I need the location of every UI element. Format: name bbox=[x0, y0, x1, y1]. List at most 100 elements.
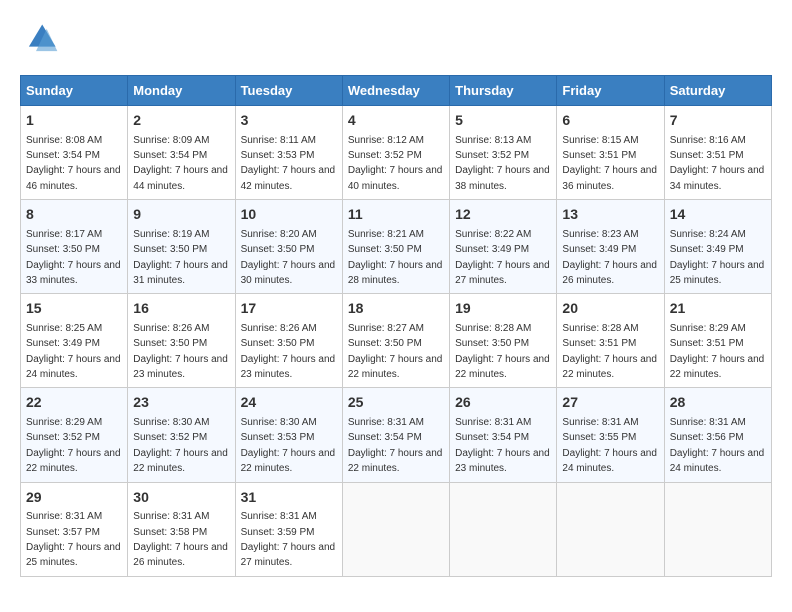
calendar-week-1: 1 Sunrise: 8:08 AMSunset: 3:54 PMDaylight… bbox=[21, 106, 772, 200]
day-number: 22 bbox=[26, 393, 122, 413]
day-number: 12 bbox=[455, 205, 551, 225]
day-number: 28 bbox=[670, 393, 766, 413]
header-cell-sunday: Sunday bbox=[21, 76, 128, 106]
empty-cell bbox=[557, 482, 664, 576]
calendar-day-27: 27 Sunrise: 8:31 AMSunset: 3:55 PMDayligh… bbox=[557, 388, 664, 482]
calendar-day-1: 1 Sunrise: 8:08 AMSunset: 3:54 PMDaylight… bbox=[21, 106, 128, 200]
day-info: Sunrise: 8:31 AMSunset: 3:55 PMDaylight:… bbox=[562, 417, 657, 474]
calendar-day-12: 12 Sunrise: 8:22 AMSunset: 3:49 PMDayligh… bbox=[450, 200, 557, 294]
calendar-day-3: 3 Sunrise: 8:11 AMSunset: 3:53 PMDaylight… bbox=[235, 106, 342, 200]
calendar-day-7: 7 Sunrise: 8:16 AMSunset: 3:51 PMDaylight… bbox=[664, 106, 771, 200]
day-info: Sunrise: 8:12 AMSunset: 3:52 PMDaylight:… bbox=[348, 135, 443, 192]
day-info: Sunrise: 8:26 AMSunset: 3:50 PMDaylight:… bbox=[133, 323, 228, 380]
calendar-day-11: 11 Sunrise: 8:21 AMSunset: 3:50 PMDayligh… bbox=[342, 200, 449, 294]
calendar-week-4: 22 Sunrise: 8:29 AMSunset: 3:52 PMDayligh… bbox=[21, 388, 772, 482]
calendar-day-26: 26 Sunrise: 8:31 AMSunset: 3:54 PMDayligh… bbox=[450, 388, 557, 482]
calendar-day-29: 29 Sunrise: 8:31 AMSunset: 3:57 PMDayligh… bbox=[21, 482, 128, 576]
calendar-day-14: 14Sunrise: 8:24 AMSunset: 3:49 PMDayligh… bbox=[664, 200, 771, 294]
calendar-day-25: 25Sunrise: 8:31 AMSunset: 3:54 PMDayligh… bbox=[342, 388, 449, 482]
calendar-body: 1 Sunrise: 8:08 AMSunset: 3:54 PMDaylight… bbox=[21, 106, 772, 577]
day-info: Sunrise: 8:25 AMSunset: 3:49 PMDaylight:… bbox=[26, 323, 121, 380]
header-cell-thursday: Thursday bbox=[450, 76, 557, 106]
day-info: Sunrise: 8:08 AMSunset: 3:54 PMDaylight:… bbox=[26, 135, 121, 192]
day-number: 10 bbox=[241, 205, 337, 225]
day-info: Sunrise: 8:17 AMSunset: 3:50 PMDaylight:… bbox=[26, 229, 121, 286]
day-number: 11 bbox=[348, 205, 444, 225]
day-info: Sunrise: 8:11 AMSunset: 3:53 PMDaylight:… bbox=[241, 135, 336, 192]
calendar-day-8: 8 Sunrise: 8:17 AMSunset: 3:50 PMDaylight… bbox=[21, 200, 128, 294]
day-info: Sunrise: 8:09 AMSunset: 3:54 PMDaylight:… bbox=[133, 135, 228, 192]
day-number: 2 bbox=[133, 111, 229, 131]
header-cell-tuesday: Tuesday bbox=[235, 76, 342, 106]
day-number: 23 bbox=[133, 393, 229, 413]
calendar-day-5: 5 Sunrise: 8:13 AMSunset: 3:52 PMDaylight… bbox=[450, 106, 557, 200]
empty-cell bbox=[450, 482, 557, 576]
day-info: Sunrise: 8:13 AMSunset: 3:52 PMDaylight:… bbox=[455, 135, 550, 192]
day-number: 30 bbox=[133, 488, 229, 508]
calendar-day-4: 4 Sunrise: 8:12 AMSunset: 3:52 PMDaylight… bbox=[342, 106, 449, 200]
day-info: Sunrise: 8:20 AMSunset: 3:50 PMDaylight:… bbox=[241, 229, 336, 286]
day-info: Sunrise: 8:30 AMSunset: 3:53 PMDaylight:… bbox=[241, 417, 336, 474]
day-info: Sunrise: 8:15 AMSunset: 3:51 PMDaylight:… bbox=[562, 135, 657, 192]
logo bbox=[20, 20, 65, 60]
day-info: Sunrise: 8:27 AMSunset: 3:50 PMDaylight:… bbox=[348, 323, 443, 380]
day-info: Sunrise: 8:31 AMSunset: 3:54 PMDaylight:… bbox=[348, 417, 443, 474]
header-cell-wednesday: Wednesday bbox=[342, 76, 449, 106]
day-number: 5 bbox=[455, 111, 551, 131]
day-info: Sunrise: 8:19 AMSunset: 3:50 PMDaylight:… bbox=[133, 229, 228, 286]
calendar-day-28: 28 Sunrise: 8:31 AMSunset: 3:56 PMDayligh… bbox=[664, 388, 771, 482]
day-info: Sunrise: 8:31 AMSunset: 3:57 PMDaylight:… bbox=[26, 511, 121, 568]
calendar-day-2: 2 Sunrise: 8:09 AMSunset: 3:54 PMDaylight… bbox=[128, 106, 235, 200]
day-number: 19 bbox=[455, 299, 551, 319]
calendar-day-21: 21 Sunrise: 8:29 AMSunset: 3:51 PMDayligh… bbox=[664, 294, 771, 388]
calendar-day-9: 9 Sunrise: 8:19 AMSunset: 3:50 PMDaylight… bbox=[128, 200, 235, 294]
day-number: 26 bbox=[455, 393, 551, 413]
day-number: 31 bbox=[241, 488, 337, 508]
day-number: 17 bbox=[241, 299, 337, 319]
calendar-day-15: 15 Sunrise: 8:25 AMSunset: 3:49 PMDayligh… bbox=[21, 294, 128, 388]
day-number: 21 bbox=[670, 299, 766, 319]
header bbox=[20, 20, 772, 60]
day-number: 6 bbox=[562, 111, 658, 131]
day-info: Sunrise: 8:16 AMSunset: 3:51 PMDaylight:… bbox=[670, 135, 765, 192]
calendar-day-22: 22 Sunrise: 8:29 AMSunset: 3:52 PMDayligh… bbox=[21, 388, 128, 482]
day-info: Sunrise: 8:21 AMSunset: 3:50 PMDaylight:… bbox=[348, 229, 443, 286]
calendar-day-20: 20Sunrise: 8:28 AMSunset: 3:51 PMDayligh… bbox=[557, 294, 664, 388]
calendar-week-3: 15 Sunrise: 8:25 AMSunset: 3:49 PMDayligh… bbox=[21, 294, 772, 388]
day-number: 27 bbox=[562, 393, 658, 413]
calendar-table: SundayMondayTuesdayWednesdayThursdayFrid… bbox=[20, 75, 772, 577]
day-info: Sunrise: 8:28 AMSunset: 3:51 PMDaylight:… bbox=[562, 323, 657, 380]
day-info: Sunrise: 8:24 AMSunset: 3:49 PMDaylight:… bbox=[670, 229, 765, 286]
calendar-day-16: 16Sunrise: 8:26 AMSunset: 3:50 PMDayligh… bbox=[128, 294, 235, 388]
calendar-day-19: 19 Sunrise: 8:28 AMSunset: 3:50 PMDayligh… bbox=[450, 294, 557, 388]
empty-cell bbox=[664, 482, 771, 576]
day-number: 1 bbox=[26, 111, 122, 131]
header-cell-monday: Monday bbox=[128, 76, 235, 106]
calendar-day-10: 10 Sunrise: 8:20 AMSunset: 3:50 PMDayligh… bbox=[235, 200, 342, 294]
day-info: Sunrise: 8:23 AMSunset: 3:49 PMDaylight:… bbox=[562, 229, 657, 286]
calendar-day-13: 13Sunrise: 8:23 AMSunset: 3:49 PMDayligh… bbox=[557, 200, 664, 294]
day-info: Sunrise: 8:30 AMSunset: 3:52 PMDaylight:… bbox=[133, 417, 228, 474]
day-number: 29 bbox=[26, 488, 122, 508]
day-info: Sunrise: 8:31 AMSunset: 3:56 PMDaylight:… bbox=[670, 417, 765, 474]
calendar-week-2: 8 Sunrise: 8:17 AMSunset: 3:50 PMDaylight… bbox=[21, 200, 772, 294]
day-info: Sunrise: 8:28 AMSunset: 3:50 PMDaylight:… bbox=[455, 323, 550, 380]
header-cell-friday: Friday bbox=[557, 76, 664, 106]
day-info: Sunrise: 8:22 AMSunset: 3:49 PMDaylight:… bbox=[455, 229, 550, 286]
header-cell-saturday: Saturday bbox=[664, 76, 771, 106]
day-info: Sunrise: 8:26 AMSunset: 3:50 PMDaylight:… bbox=[241, 323, 336, 380]
day-info: Sunrise: 8:29 AMSunset: 3:51 PMDaylight:… bbox=[670, 323, 765, 380]
day-number: 3 bbox=[241, 111, 337, 131]
day-info: Sunrise: 8:31 AMSunset: 3:54 PMDaylight:… bbox=[455, 417, 550, 474]
calendar-header: SundayMondayTuesdayWednesdayThursdayFrid… bbox=[21, 76, 772, 106]
day-info: Sunrise: 8:31 AMSunset: 3:58 PMDaylight:… bbox=[133, 511, 228, 568]
day-number: 15 bbox=[26, 299, 122, 319]
day-number: 8 bbox=[26, 205, 122, 225]
day-number: 9 bbox=[133, 205, 229, 225]
day-number: 4 bbox=[348, 111, 444, 131]
calendar-day-30: 30 Sunrise: 8:31 AMSunset: 3:58 PMDayligh… bbox=[128, 482, 235, 576]
day-info: Sunrise: 8:29 AMSunset: 3:52 PMDaylight:… bbox=[26, 417, 121, 474]
day-number: 18 bbox=[348, 299, 444, 319]
calendar-day-18: 18 Sunrise: 8:27 AMSunset: 3:50 PMDayligh… bbox=[342, 294, 449, 388]
day-number: 7 bbox=[670, 111, 766, 131]
